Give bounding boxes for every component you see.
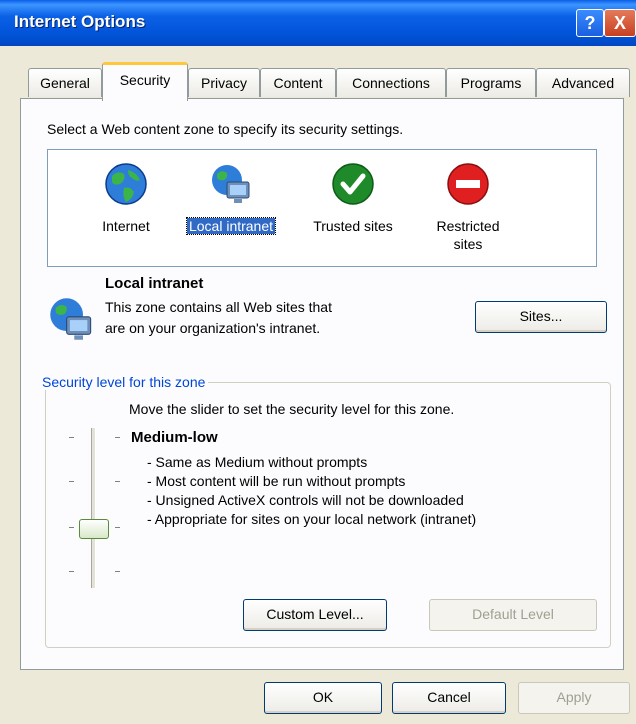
tab-general[interactable]: General [28,68,102,97]
slider-tick [115,571,120,572]
custom-level-button[interactable]: Custom Level... [243,599,387,631]
slider-tick [69,481,74,482]
close-button[interactable]: X [604,9,636,37]
level-point: - Most content will be run without promp… [147,473,406,489]
level-point: - Appropriate for sites on your local ne… [147,511,477,527]
sites-button[interactable]: Sites... [475,301,607,333]
zone-internet[interactable]: Internet [86,162,166,235]
slider-instruction: Move the slider to set the security leve… [129,401,455,417]
security-level-group-title: Security level for this zone [39,374,209,390]
apply-button[interactable]: Apply [518,682,630,714]
cancel-button[interactable]: Cancel [392,682,506,714]
zone-description-line-1: This zone contains all Web sites that [105,299,332,315]
tab-content[interactable]: Content [260,68,336,97]
security-slider-thumb[interactable] [79,519,109,539]
slider-tick [115,437,120,438]
tab-connections[interactable]: Connections [336,68,446,97]
zone-restricted-line-1: Restricted [436,218,500,234]
slider-tick [115,527,120,528]
title-bar[interactable]: Internet Options ? X [0,0,636,46]
zone-local-intranet-label-text: Local intranet [185,217,277,235]
zone-intro-text: Select a Web content zone to specify its… [47,121,404,137]
level-point: - Same as Medium without prompts [147,454,368,470]
selected-zone-title: Local intranet [105,275,204,292]
help-button[interactable]: ? [576,9,604,37]
tab-privacy[interactable]: Privacy [188,68,260,97]
no-entry-icon [447,163,489,205]
zone-local-intranet[interactable]: Local intranet [176,162,286,235]
slider-tick [115,481,120,482]
local-intranet-large-icon [50,298,92,340]
globe-icon [105,163,147,205]
ok-button[interactable]: OK [264,682,382,714]
intranet-globe-icon [212,165,250,203]
zone-list: Internet Local intranet Trusted sites Re… [47,149,597,267]
zone-trusted-sites-label: Trusted sites [313,218,393,234]
zone-trusted-sites[interactable]: Trusted sites [298,162,408,235]
zone-restricted-line-2: sites [453,236,483,252]
window-title: Internet Options [14,12,146,31]
security-level-description: - Same as Medium without prompts - Most … [147,453,476,529]
tab-programs[interactable]: Programs [446,68,536,97]
security-level-name: Medium-low [131,429,218,446]
selected-zone-description: This zone contains all Web sites that ar… [105,297,332,339]
checkmark-icon [332,163,374,205]
security-tab-panel: Select a Web content zone to specify its… [20,98,624,670]
tab-security[interactable]: Security [102,62,188,101]
zone-description-line-2: are on your organization's intranet. [105,320,321,336]
tab-advanced[interactable]: Advanced [536,68,630,97]
zone-restricted-sites[interactable]: Restricted sites [418,162,518,253]
level-point: - Unsigned ActiveX controls will not be … [147,492,464,508]
security-slider-track[interactable] [91,428,96,588]
zone-local-intranet-label: Local intranet [176,217,286,235]
default-level-button[interactable]: Default Level [429,599,597,631]
slider-tick [69,437,74,438]
zone-restricted-sites-label: Restricted sites [418,217,518,253]
slider-tick [69,571,74,572]
slider-tick [69,527,74,528]
zone-internet-label: Internet [102,218,150,234]
internet-options-window: Internet Options ? X General Security Pr… [0,0,636,724]
